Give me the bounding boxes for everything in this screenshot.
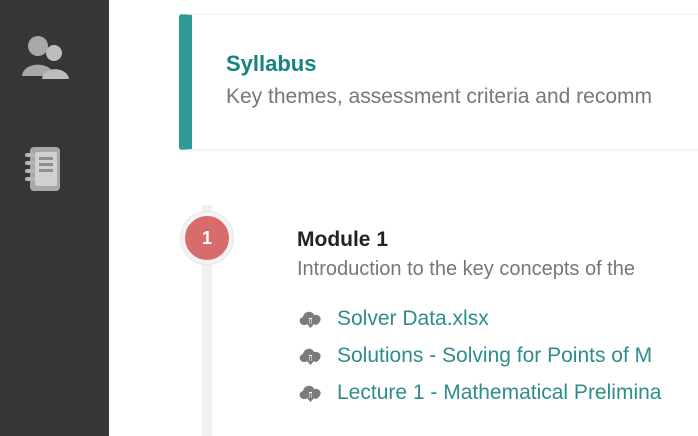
module-description: Introduction to the key concepts of the <box>297 258 635 280</box>
resource-link[interactable]: Solver Data.xlsx <box>337 307 489 331</box>
module-title: Module 1 <box>297 228 389 251</box>
main-content: Syllabus Key themes, assessment criteria… <box>109 0 698 436</box>
resource-item[interactable]: Solutions - Solving for Points of M <box>297 337 698 374</box>
resource-item[interactable]: Lecture 1 - Mathematical Prelimina <box>297 374 698 411</box>
app-window: Syllabus Key themes, assessment criteria… <box>0 0 698 436</box>
sidebar <box>0 0 109 436</box>
resource-item[interactable]: Solver Data.xlsx <box>297 300 698 337</box>
resource-list: Solver Data.xlsx Solutions - Solving for… <box>297 300 698 411</box>
syllabus-description: Key themes, assessment criteria and reco… <box>226 85 652 108</box>
module-number-badge: 1 <box>181 212 233 264</box>
syllabus-card[interactable]: Syllabus Key themes, assessment criteria… <box>179 14 698 150</box>
cloud-download-icon <box>297 381 325 405</box>
users-icon[interactable] <box>14 28 76 90</box>
notebook-icon[interactable] <box>14 138 76 200</box>
cloud-download-icon <box>297 344 325 368</box>
resource-link[interactable]: Solutions - Solving for Points of M <box>337 344 652 368</box>
syllabus-title[interactable]: Syllabus <box>226 51 316 77</box>
cloud-download-icon <box>297 307 325 331</box>
resource-link[interactable]: Lecture 1 - Mathematical Prelimina <box>337 381 661 405</box>
